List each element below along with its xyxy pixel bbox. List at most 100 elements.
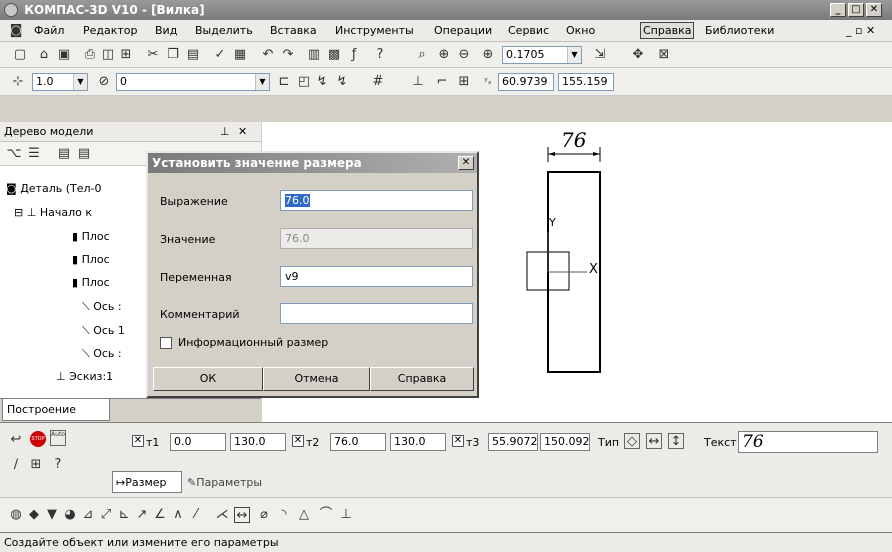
cursor-coords-icon[interactable]: ⊞ — [456, 74, 472, 90]
radial-dimension-icon[interactable]: ◝ — [276, 507, 292, 523]
zoom-window-icon[interactable]: ⌕ — [414, 47, 430, 63]
tree-item[interactable]: ▮ Плос — [72, 276, 110, 289]
arc-dimension-icon[interactable]: ⌒ — [318, 507, 334, 523]
dialog-close-button[interactable]: ✕ — [458, 156, 474, 170]
snap-local-icon[interactable]: ↯ — [334, 74, 350, 90]
chevron-down-icon[interactable]: ▼ — [73, 74, 87, 90]
undo-icon[interactable]: ↶ — [260, 47, 276, 63]
tool-icon[interactable]: ∠ — [152, 507, 168, 523]
tree-doc2-icon[interactable]: ▤ — [76, 146, 92, 162]
tree-item[interactable]: ⟍ Ось : — [82, 347, 122, 361]
save-icon[interactable]: ▣ — [56, 47, 72, 63]
tree-item[interactable]: ⊥ Эскиз:1 — [56, 370, 113, 383]
tab-build[interactable]: Построение — [2, 399, 110, 421]
tool-icon[interactable]: ⤢ — [98, 507, 114, 523]
cut-icon[interactable]: ✂ — [145, 47, 161, 63]
tool-icon[interactable]: ⊾ — [116, 507, 132, 523]
dim-type-horizontal-icon[interactable]: ↔ — [646, 433, 662, 449]
dimension-label[interactable]: 76 — [561, 128, 586, 152]
snap-object-icon[interactable]: ⊞ — [28, 457, 44, 473]
minimize-button[interactable]: _ — [830, 3, 846, 17]
menu-tools[interactable]: Инструменты — [335, 24, 414, 37]
filter-icon[interactable]: ▼ — [44, 507, 60, 523]
tree-item[interactable]: ⟍ Ось : — [82, 300, 122, 314]
library-manager-icon[interactable]: ▥ — [306, 47, 322, 63]
menu-insert[interactable]: Вставка — [270, 24, 317, 37]
variables-icon[interactable]: ▩ — [326, 47, 342, 63]
open-file-icon[interactable]: ⌂ — [36, 47, 52, 63]
info-size-checkbox[interactable] — [160, 337, 172, 349]
variable-input[interactable]: v9 — [280, 266, 473, 287]
t2-y-field[interactable]: 130.0 — [390, 433, 446, 451]
tool-icon[interactable]: ∧ — [170, 507, 186, 523]
menu-editor[interactable]: Редактор — [83, 24, 138, 37]
help-button[interactable]: Справка — [370, 367, 474, 391]
menu-select[interactable]: Выделить — [195, 24, 253, 37]
t1-y-field[interactable]: 130.0 — [230, 433, 286, 451]
move-icon[interactable]: ✥ — [630, 47, 646, 63]
geometry-icon[interactable]: ◍ — [8, 507, 24, 523]
stop-icon[interactable]: STOP — [30, 431, 46, 447]
dimension-text-field[interactable]: 76 — [738, 431, 878, 453]
pan-icon[interactable]: ⇲ — [592, 47, 608, 63]
dim-type-angular-icon[interactable]: ◇ — [624, 433, 640, 449]
dim-type-vertical-icon[interactable]: ↕ — [668, 433, 684, 449]
document-icon[interactable]: ◙ — [8, 23, 24, 39]
copy-icon[interactable]: ❐ — [165, 47, 181, 63]
tree-doc-icon[interactable]: ▤ — [56, 146, 72, 162]
manager-icon[interactable]: ▦ — [232, 47, 248, 63]
format-icon[interactable]: ✓ — [212, 47, 228, 63]
tab-size[interactable]: ↦Размер — [112, 471, 182, 493]
line-scale-select[interactable]: 1.0 ▼ — [32, 73, 88, 91]
tree-item[interactable]: ⊟ ⊥ Начало к — [14, 206, 92, 219]
close-button[interactable]: ✕ — [866, 3, 882, 17]
auto-icon[interactable]: Auto — [50, 430, 66, 446]
tree-item[interactable]: ⟍ Ось 1 — [82, 324, 125, 338]
menu-window[interactable]: Окно — [566, 24, 595, 37]
hint-icon[interactable]: ? — [50, 457, 66, 473]
redo-icon[interactable]: ↷ — [280, 47, 296, 63]
t3-lock-checkbox[interactable]: ✕ — [452, 435, 464, 447]
diameter-dimension-icon[interactable]: ⌀ — [256, 507, 272, 523]
tree-filter-icon[interactable]: ☰ — [26, 146, 42, 162]
view-icon[interactable]: ◰ — [296, 74, 312, 90]
tool-icon[interactable]: ↗ — [134, 507, 150, 523]
round-icon[interactable]: ⌐ — [434, 74, 450, 90]
menu-service[interactable]: Сервис — [508, 24, 549, 37]
layer-select[interactable]: 0 ▼ — [116, 73, 270, 91]
t3-y-field[interactable]: 150.092 — [540, 433, 590, 451]
comment-input[interactable] — [280, 303, 473, 324]
back-arrow-icon[interactable]: ↩ — [8, 432, 24, 448]
coord-y-field[interactable]: 155.159 — [558, 73, 614, 91]
auto-dimension-icon[interactable]: ⋌ — [214, 507, 230, 523]
grid-icon[interactable]: ⊹ — [10, 74, 26, 90]
fixed-icon[interactable]: ∕ — [8, 457, 24, 473]
zoom-in-icon[interactable]: ⊕ — [436, 47, 452, 63]
linear-dimension-icon[interactable]: ↔ — [234, 507, 250, 523]
ok-button[interactable]: ОК — [153, 367, 263, 391]
zoom-out-icon[interactable]: ⊖ — [456, 47, 472, 63]
t2-x-field[interactable]: 76.0 — [330, 433, 386, 451]
t1-lock-checkbox[interactable]: ✕ — [132, 435, 144, 447]
show-all-icon[interactable]: ⊠ — [656, 47, 672, 63]
grid-toggle-icon[interactable]: # — [370, 74, 386, 90]
ortho-icon[interactable]: ⊥ — [410, 74, 426, 90]
new-file-icon[interactable]: ▢ — [12, 47, 28, 63]
collapse-icon[interactable]: ⊟ — [14, 206, 23, 219]
print-icon[interactable]: ⎙ — [82, 47, 98, 63]
close-panel-icon[interactable]: ✕ — [238, 125, 247, 138]
function-icon[interactable]: ƒ — [346, 47, 362, 63]
help-pointer-icon[interactable]: ? — [372, 47, 388, 63]
zoom-select[interactable]: 0.1705 ▼ — [502, 46, 582, 64]
mdi-controls[interactable]: _ ▫ ✕ — [846, 24, 875, 37]
tree-item[interactable]: ▮ Плос — [72, 230, 110, 243]
chevron-down-icon[interactable]: ▼ — [567, 47, 581, 63]
pin-icon[interactable]: ⊥ — [220, 125, 230, 138]
t3-x-field[interactable]: 55.9072 — [488, 433, 538, 451]
menu-file[interactable]: Файл — [34, 24, 64, 37]
tree-view-icon[interactable]: ⌥ — [6, 146, 22, 162]
maximize-button[interactable]: □ — [848, 3, 864, 17]
tool-icon[interactable]: ⁄ — [188, 507, 204, 523]
menu-libraries[interactable]: Библиотеки — [705, 24, 774, 37]
angular-dimension-icon[interactable]: △ — [296, 507, 312, 523]
